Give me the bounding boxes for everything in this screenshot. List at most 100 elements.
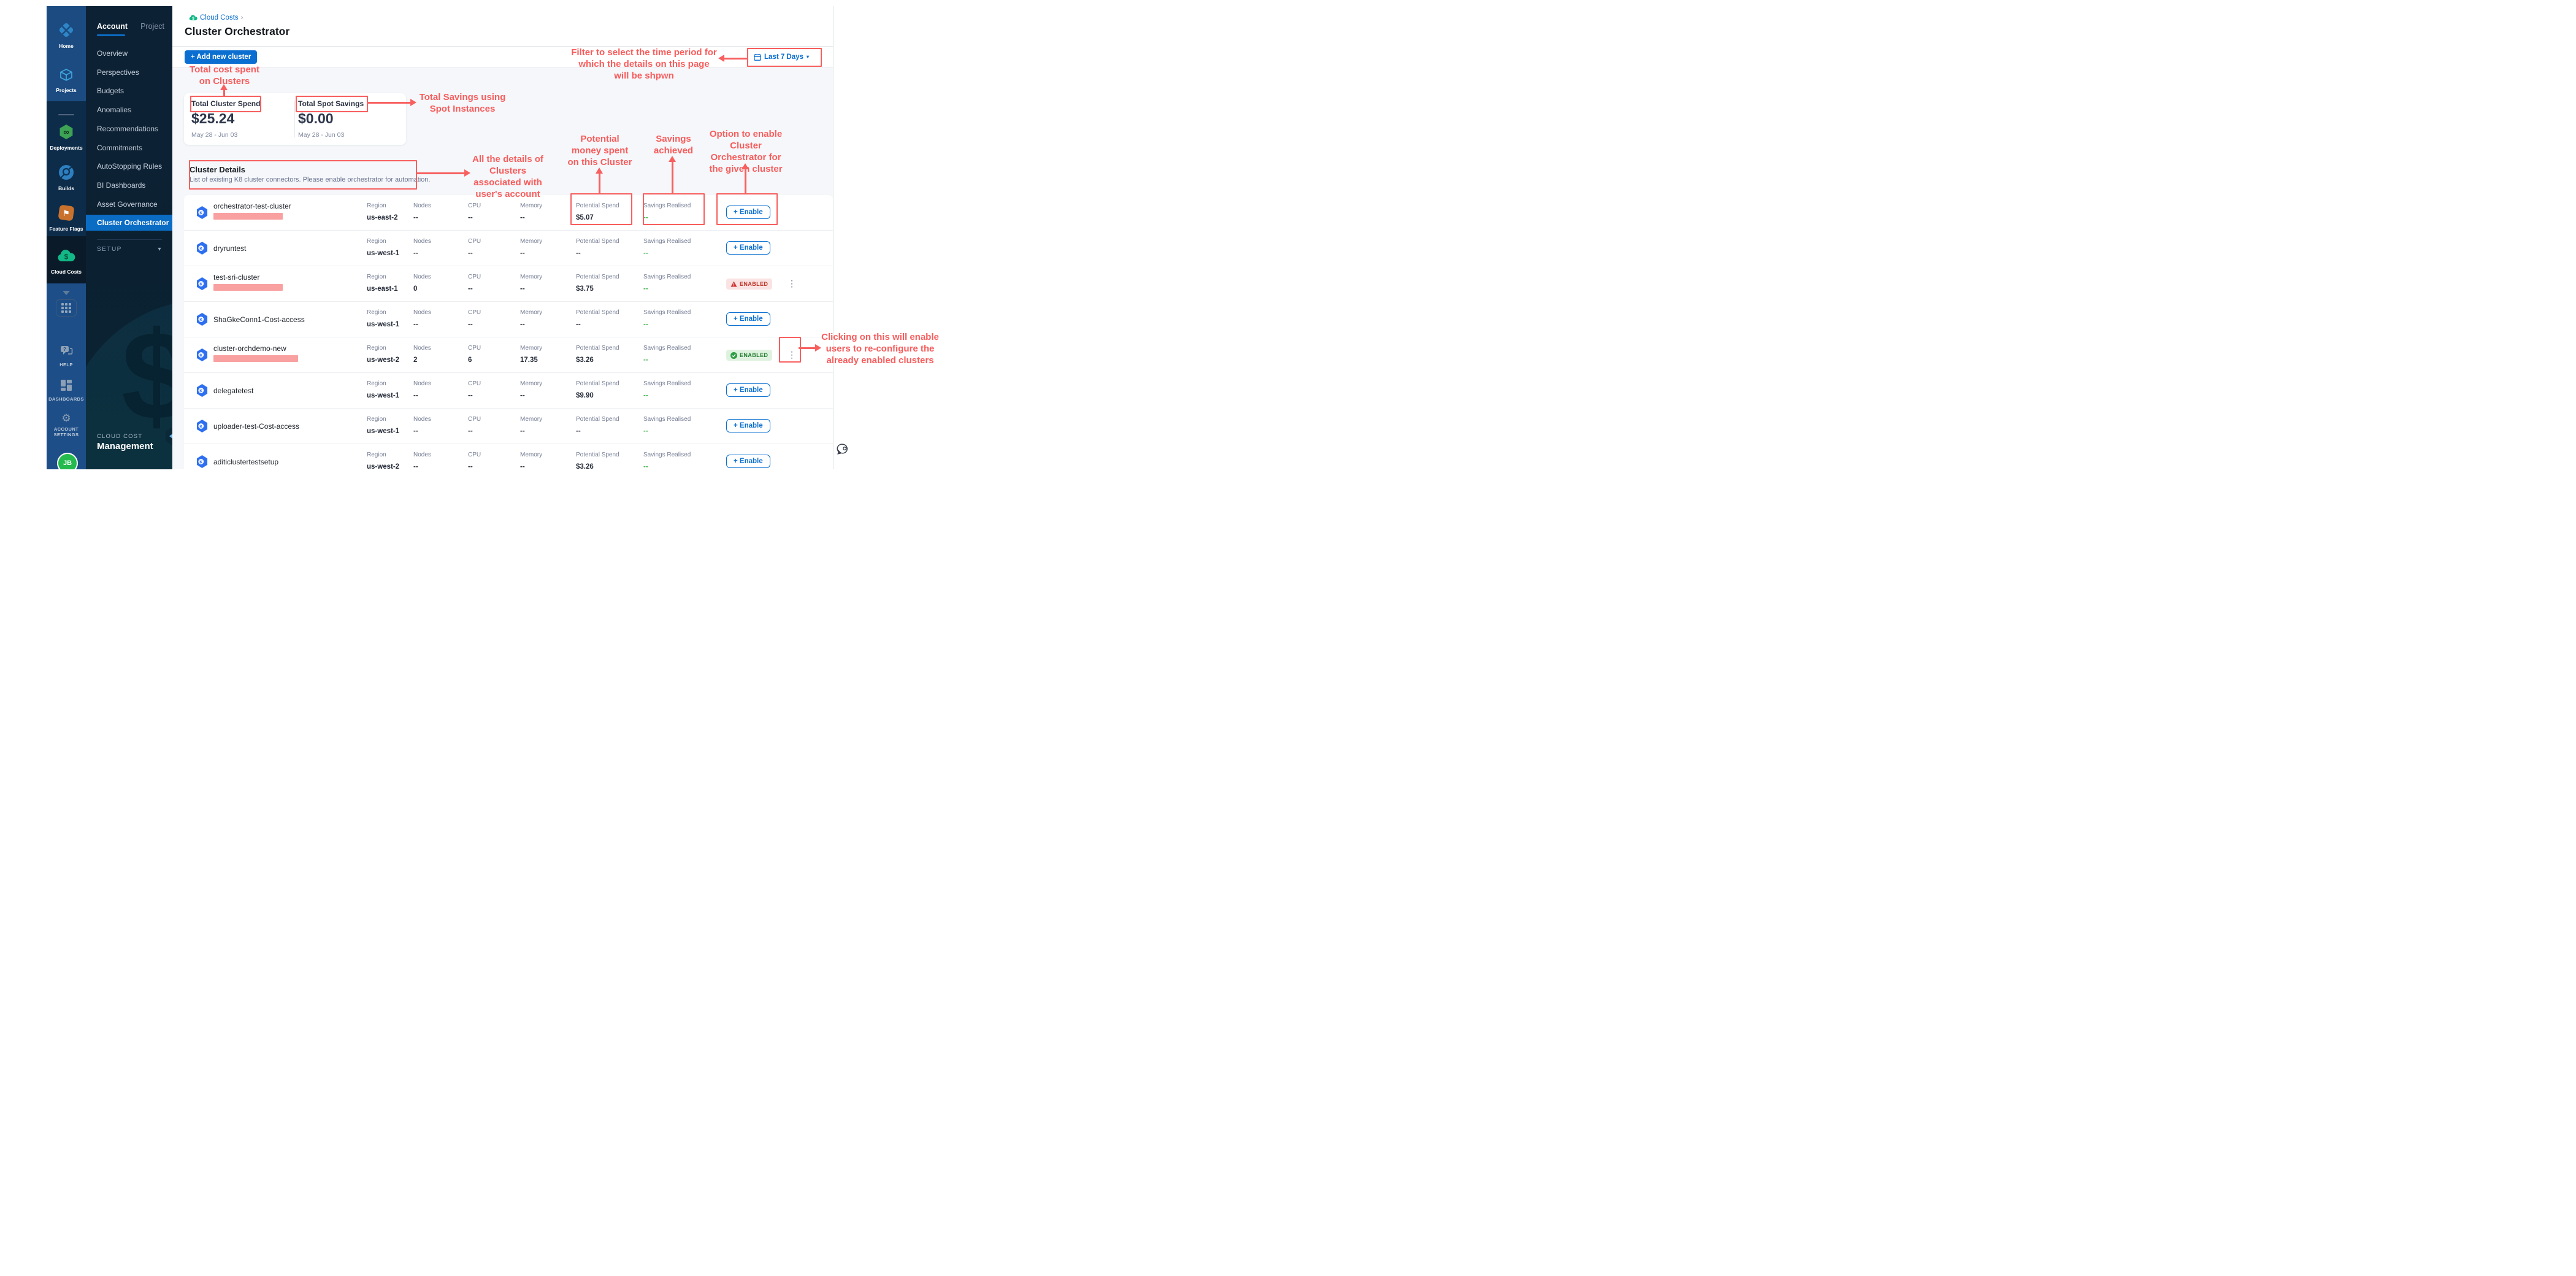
memory-value: -- — [520, 463, 525, 469]
savings-realised-value: -- — [643, 428, 648, 435]
sidebar-item-dashboards[interactable]: DASHBOARDS — [47, 379, 86, 402]
memory-value: -- — [520, 321, 525, 328]
nav-setup[interactable]: SETUP ▾ — [97, 246, 162, 253]
cluster-row[interactable]: K orchestrator-test-cluster Region us-ea… — [184, 195, 833, 231]
nav-item-cluster-orchestrator[interactable]: Cluster Orchestrator — [86, 215, 172, 231]
column-label: Nodes — [413, 345, 431, 352]
column-label: CPU — [468, 309, 481, 316]
cluster-row[interactable]: K uploader-test-Cost-access Region us-we… — [184, 409, 833, 444]
nav-item-budgets[interactable]: Budgets — [86, 83, 172, 99]
gear-icon: ⚙ — [61, 413, 71, 423]
sidebar-item-feature-flags[interactable]: ⚑ Feature Flags — [47, 205, 86, 232]
chevron-down-icon[interactable] — [63, 291, 70, 295]
sidebar-item-label: Projects — [47, 87, 86, 93]
sidebar-item-label: ACCOUNT SETTINGS — [48, 426, 84, 437]
page-title: Cluster Orchestrator — [185, 25, 289, 38]
apps-grid-icon — [61, 303, 71, 313]
enable-button[interactable]: + Enable — [726, 455, 770, 468]
tab-underline — [97, 34, 125, 36]
sidebar-item-help[interactable]: ? HELP — [47, 345, 86, 367]
chevron-down-icon: ▾ — [807, 54, 809, 60]
enable-button[interactable]: + Enable — [726, 383, 770, 397]
region-value: us-west-1 — [367, 392, 399, 399]
column-label: Savings Realised — [643, 416, 691, 423]
column-label: Memory — [520, 309, 542, 316]
summary-card: Total Cluster Spend $25.24 May 28 - Jun … — [184, 93, 406, 145]
kubernetes-connector-icon: K — [196, 277, 208, 293]
projects-icon — [59, 67, 74, 85]
stat-period: May 28 - Jun 03 — [191, 131, 237, 139]
cluster-name: ShaGkeConn1-Cost-access — [213, 315, 305, 324]
potential-spend-value: $5.07 — [576, 214, 594, 221]
deployments-icon: ∞ — [58, 124, 74, 143]
sidebar-item-projects[interactable]: Projects — [47, 67, 86, 93]
add-new-cluster-button[interactable]: + Add new cluster — [185, 50, 257, 64]
chat-help-icon[interactable] — [837, 443, 849, 458]
cluster-name: aditiclustertestsetup — [213, 458, 278, 466]
kubernetes-connector-icon: K — [196, 384, 208, 400]
column-label: CPU — [468, 345, 481, 352]
column-label: CPU — [468, 452, 481, 458]
column-label: Savings Realised — [643, 380, 691, 387]
cluster-row[interactable]: K dryruntest Region us-west-1 Nodes -- C… — [184, 231, 833, 266]
nodes-value: -- — [413, 214, 418, 221]
sidebar-item-cloud-costs[interactable]: $ Cloud Costs — [47, 249, 86, 275]
column-label: Potential Spend — [576, 202, 619, 209]
cluster-row[interactable]: K delegatetest Region us-west-1 Nodes --… — [184, 373, 833, 409]
column-label: Memory — [520, 452, 542, 458]
tab-project[interactable]: Project — [140, 22, 164, 31]
cluster-row[interactable]: K test-sri-cluster Region us-east-1 Node… — [184, 266, 833, 302]
breadcrumb: $ Cloud Costs › — [189, 14, 243, 21]
potential-spend-value: $3.75 — [576, 285, 594, 293]
memory-value: -- — [520, 392, 525, 399]
enable-button[interactable]: + Enable — [726, 206, 770, 219]
sidebar-item-label: Home — [47, 43, 86, 49]
cluster-row[interactable]: K ShaGkeConn1-Cost-access Region us-west… — [184, 302, 833, 337]
breadcrumb-link-cloud-costs[interactable]: Cloud Costs — [200, 14, 239, 21]
module-brand-name: Management — [97, 441, 153, 452]
cluster-row[interactable]: K cluster-orchdemo-new Region us-west-2 … — [184, 337, 833, 373]
nodes-value: -- — [413, 463, 418, 469]
stat-label: Total Cluster Spend — [191, 99, 260, 108]
nodes-value: 0 — [413, 285, 417, 293]
enable-button[interactable]: + Enable — [726, 241, 770, 255]
cluster-name: test-sri-cluster — [213, 273, 259, 282]
svg-text:∞: ∞ — [63, 128, 69, 137]
enable-button[interactable]: + Enable — [726, 312, 770, 326]
cpu-value: -- — [468, 463, 473, 469]
nav-item-bi-dashboards[interactable]: BI Dashboards — [86, 177, 172, 193]
calendar-icon — [754, 53, 761, 61]
sidebar-item-deployments[interactable]: ∞ Deployments — [47, 124, 86, 151]
sidebar-item-label: Feature Flags — [47, 226, 86, 232]
stat-value: $25.24 — [191, 110, 234, 127]
nav-item-overview[interactable]: Overview — [86, 45, 172, 61]
tab-account[interactable]: Account — [97, 22, 128, 31]
enable-button[interactable]: + Enable — [726, 419, 770, 432]
sidebar-item-account-settings[interactable]: ⚙ ACCOUNT SETTINGS — [47, 413, 86, 437]
potential-spend-value: -- — [576, 321, 581, 328]
nav-item-anomalies[interactable]: Anomalies — [86, 102, 172, 118]
column-label: CPU — [468, 380, 481, 387]
avatar[interactable]: JB — [57, 453, 78, 469]
time-period-dropdown[interactable]: Last 7 Days ▾ — [750, 50, 813, 63]
nav-item-autostopping-rules[interactable]: AutoStopping Rules — [86, 158, 172, 174]
module-switcher-button[interactable] — [56, 299, 77, 317]
column-label: Nodes — [413, 274, 431, 280]
column-label: Savings Realised — [643, 274, 691, 280]
sidebar-item-label: HELP — [47, 362, 86, 367]
nav-item-recommendations[interactable]: Recommendations — [86, 121, 172, 137]
kebab-menu-icon[interactable]: ⋮ — [788, 349, 796, 360]
region-value: us-east-2 — [367, 214, 398, 221]
sidebar-item-home[interactable]: Home — [47, 22, 86, 49]
sidebar-item-builds[interactable]: Builds — [47, 164, 86, 191]
nav-item-perspectives[interactable]: Perspectives — [86, 64, 172, 80]
kubernetes-connector-icon: K — [196, 420, 208, 436]
cluster-row[interactable]: K aditiclustertestsetup Region us-west-2… — [184, 444, 833, 469]
kebab-menu-icon[interactable]: ⋮ — [788, 278, 796, 289]
region-value: us-west-1 — [367, 250, 399, 257]
dashboards-icon — [60, 379, 72, 394]
nav-item-commitments[interactable]: Commitments — [86, 140, 172, 156]
nav-item-asset-governance[interactable]: Asset Governance — [86, 196, 172, 212]
column-label: Savings Realised — [643, 309, 691, 316]
redacted-text-bar — [213, 284, 283, 291]
